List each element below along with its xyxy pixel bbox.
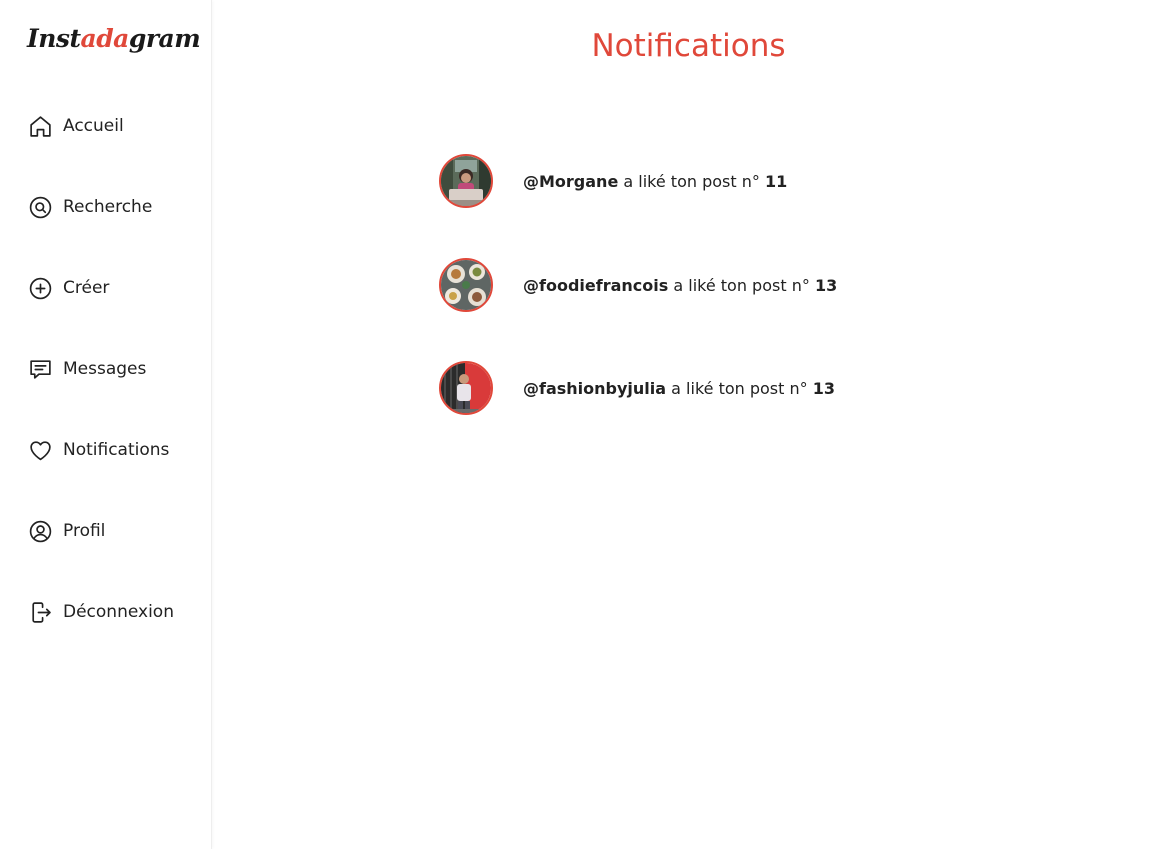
avatar[interactable] <box>439 258 493 312</box>
sidebar: Instadagram Accueil Recherche Créer Mess… <box>0 0 212 849</box>
avatar-image <box>441 260 491 310</box>
notification-text: @fashionbyjulia a liké ton post n° 13 <box>523 379 835 398</box>
sidebar-item-label: Créer <box>63 278 110 298</box>
sidebar-item-profil[interactable]: Profil <box>27 517 105 545</box>
sidebar-item-label: Messages <box>63 359 147 379</box>
notification-text: @Morgane a liké ton post n° 11 <box>523 172 787 191</box>
sidebar-item-label: Notifications <box>63 440 170 460</box>
notification-item[interactable]: @foodiefrancois a liké ton post n° 13 <box>439 258 837 312</box>
logo-accent: ada <box>80 24 130 53</box>
notification-post-number: 13 <box>814 275 838 295</box>
plus-circle-icon <box>27 275 53 301</box>
notification-post-number: 11 <box>764 171 788 191</box>
sidebar-item-messages[interactable]: Messages <box>27 355 146 383</box>
notification-item[interactable]: @fashionbyjulia a liké ton post n° 13 <box>439 361 835 415</box>
home-icon <box>27 113 53 139</box>
sidebar-item-label: Profil <box>63 521 106 541</box>
notification-action: a liké ton post n° <box>671 378 808 398</box>
user-circle-icon <box>27 518 53 544</box>
logo-suffix: gram <box>128 24 201 53</box>
sidebar-item-deconnexion[interactable]: Déconnexion <box>27 598 174 626</box>
search-icon <box>27 194 53 220</box>
sidebar-item-recherche[interactable]: Recherche <box>27 193 152 221</box>
sidebar-item-accueil[interactable]: Accueil <box>27 112 124 140</box>
sidebar-item-label: Accueil <box>63 116 124 136</box>
sidebar-item-label: Déconnexion <box>63 602 174 622</box>
avatar[interactable] <box>439 154 493 208</box>
logo-prefix: Inst <box>27 24 81 53</box>
notification-post-number: 13 <box>812 378 835 398</box>
sidebar-item-label: Recherche <box>63 197 153 217</box>
notification-username[interactable]: @foodiefrancois <box>523 276 668 295</box>
app-logo[interactable]: Instadagram <box>27 24 201 53</box>
heart-icon <box>27 437 53 463</box>
logout-icon <box>27 599 53 625</box>
notification-action: a liké ton post n° <box>673 275 810 295</box>
sidebar-item-creer[interactable]: Créer <box>27 274 109 302</box>
notification-text: @foodiefrancois a liké ton post n° 13 <box>523 276 837 295</box>
avatar[interactable] <box>439 361 493 415</box>
page-title: Notifications <box>591 28 786 64</box>
avatar-image <box>441 363 491 413</box>
notification-item[interactable]: @Morgane a liké ton post n° 11 <box>439 154 787 208</box>
message-icon <box>27 356 53 382</box>
sidebar-item-notifications[interactable]: Notifications <box>27 436 169 464</box>
avatar-image <box>441 156 491 206</box>
notification-username[interactable]: @fashionbyjulia <box>523 379 666 398</box>
notification-username[interactable]: @Morgane <box>523 172 618 191</box>
notification-action: a liké ton post n° <box>623 171 760 191</box>
